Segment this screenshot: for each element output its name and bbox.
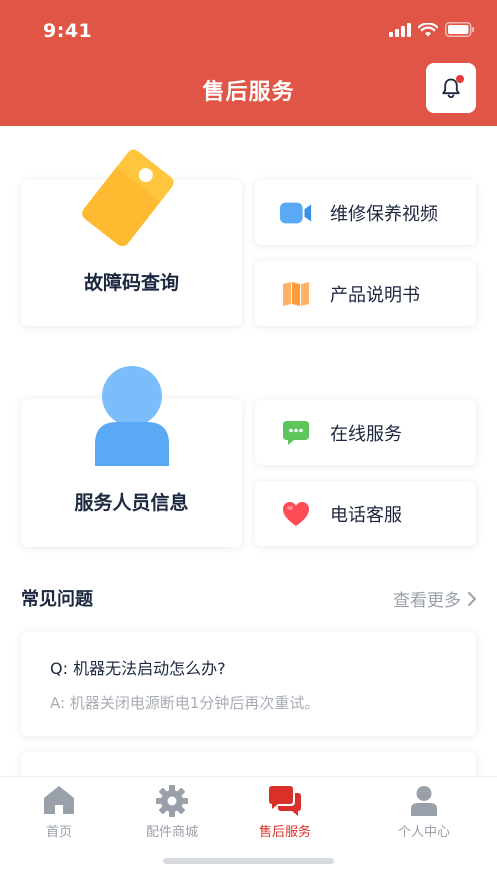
bottom-tab-bar: 首页 配件商城 售后服务 个人中心 (0, 776, 497, 883)
notification-button[interactable] (426, 63, 476, 113)
chat-icon (269, 786, 301, 816)
chat-bubble-icon (279, 416, 313, 450)
header-bar: 9:41 售后服务 (0, 0, 497, 126)
faq-item-card[interactable] (21, 632, 476, 736)
online-service-card[interactable]: 在线服务 (255, 400, 476, 465)
phone-service-label: 电话客服 (330, 504, 402, 526)
chevron-right-icon (468, 591, 476, 606)
manual-card[interactable]: 产品说明书 (255, 261, 476, 326)
tab-home[interactable]: 首页 (4, 785, 114, 840)
battery-icon (445, 22, 474, 37)
tab-after-sales[interactable]: 售后服务 (230, 785, 340, 840)
video-camera-icon (279, 196, 313, 230)
fault-code-label: 故障码查询 (83, 272, 179, 294)
status-icons (389, 22, 475, 37)
wifi-icon (418, 22, 438, 36)
tab-parts-mall[interactable]: 配件商城 (117, 785, 227, 840)
repair-video-card[interactable]: 维修保养视频 (255, 180, 476, 245)
tab-home-label: 首页 (45, 825, 72, 840)
home-indicator (163, 858, 334, 864)
person-tab-icon (411, 786, 437, 816)
tag-icon (82, 149, 174, 246)
faq-answer: A: 机器关闭电源断电1分钟后再次重试。 (50, 694, 320, 712)
staff-info-label: 服务人员信息 (74, 492, 189, 514)
home-icon (44, 786, 74, 814)
manual-label: 产品说明书 (330, 284, 420, 306)
book-map-icon (279, 277, 313, 311)
tab-parts-mall-label: 配件商城 (145, 825, 198, 840)
signal-icon (389, 22, 411, 37)
tab-profile-label: 个人中心 (397, 825, 450, 840)
repair-video-label: 维修保养视频 (330, 203, 438, 225)
faq-question: Q: 机器无法启动怎么办? (50, 659, 226, 678)
tab-profile[interactable]: 个人中心 (369, 785, 479, 840)
page-title: 售后服务 (202, 80, 295, 105)
faq-section-title: 常见问题 (21, 589, 93, 610)
gear-icon (156, 785, 188, 817)
phone-service-card[interactable]: 电话客服 (255, 481, 476, 546)
see-more-link[interactable]: 查看更多 (393, 586, 477, 611)
heart-icon (279, 497, 313, 531)
notification-badge (456, 75, 464, 83)
person-icon (95, 366, 169, 466)
see-more-label: 查看更多 (393, 591, 461, 611)
tab-after-sales-label: 售后服务 (258, 825, 311, 840)
status-time: 9:41 (43, 20, 93, 42)
online-service-label: 在线服务 (330, 423, 402, 445)
